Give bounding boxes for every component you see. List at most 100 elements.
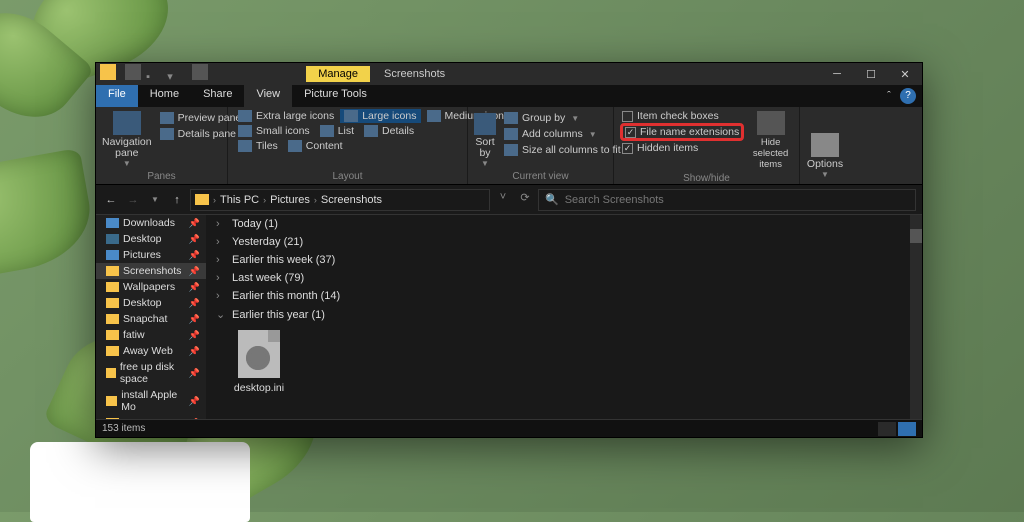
ribbon: Navigation pane ▼ Preview pane Details p… xyxy=(96,107,922,185)
details-view-button[interactable] xyxy=(878,422,896,436)
layout-icon xyxy=(288,140,302,152)
sidebar-item[interactable]: Desktop📌 xyxy=(96,295,206,311)
chevron-right-icon: › xyxy=(213,195,216,205)
checkbox-icon xyxy=(622,111,633,122)
close-button[interactable]: ✕ xyxy=(888,63,922,85)
file-name-extensions-toggle[interactable]: ✓File name extensions xyxy=(620,123,744,141)
layout-icon xyxy=(320,125,334,137)
sidebar-item-label: fatiw xyxy=(123,329,145,341)
layout-icon xyxy=(364,125,378,137)
back-button[interactable]: ← xyxy=(102,191,120,209)
view-tab[interactable]: View xyxy=(244,85,292,107)
recent-dropdown[interactable]: ▼ xyxy=(146,191,164,209)
size-columns-button[interactable]: Size all columns to fit xyxy=(500,143,625,157)
pin-icon: 📌 xyxy=(189,396,200,407)
gear-icon xyxy=(246,346,270,370)
sidebar-item[interactable]: fatiw 📌 xyxy=(96,327,206,343)
group-header[interactable]: ›Earlier this month (14) xyxy=(206,287,922,305)
collapse-ribbon-icon[interactable]: ˆ xyxy=(878,90,900,102)
sidebar-item[interactable]: Wallpapers📌 xyxy=(96,279,206,295)
group-label: Earlier this month (14) xyxy=(232,290,340,302)
pin-icon: 📌 xyxy=(189,218,200,229)
file-label: desktop.ini xyxy=(234,382,284,394)
folder-icon xyxy=(106,346,119,356)
search-icon: 🔍 xyxy=(545,193,559,206)
large-icons[interactable]: Large icons xyxy=(340,109,420,123)
sidebar-item[interactable]: free up disk space📌 xyxy=(96,359,206,387)
qat-item[interactable]: ▾ xyxy=(167,70,183,86)
breadcrumb[interactable]: Screenshots xyxy=(321,194,382,206)
search-box[interactable]: 🔍 Search Screenshots xyxy=(538,189,916,211)
options-button[interactable]: Options ▼ xyxy=(806,109,844,181)
download-icon xyxy=(106,218,119,228)
address-bar[interactable]: › This PC › Pictures › Screenshots xyxy=(190,189,490,211)
address-dropdown[interactable]: ˅ xyxy=(494,191,512,209)
item-count: 153 items xyxy=(102,423,145,434)
maximize-button[interactable]: ☐ xyxy=(854,63,888,85)
up-button[interactable]: ↑ xyxy=(168,191,186,209)
picture-tools-tab[interactable]: Picture Tools xyxy=(292,85,379,107)
manage-tab[interactable]: Manage xyxy=(306,66,370,82)
list-view[interactable]: List xyxy=(316,124,358,138)
tiles-view[interactable]: Tiles xyxy=(234,139,282,153)
folder-icon[interactable] xyxy=(100,64,116,80)
scrollbar-thumb[interactable] xyxy=(910,229,922,243)
file-menu[interactable]: File xyxy=(96,85,138,107)
pin-icon: 📌 xyxy=(189,250,200,261)
sidebar-item[interactable]: Snapchat📌 xyxy=(96,311,206,327)
sidebar-item[interactable]: Screenshots📌 xyxy=(96,263,206,279)
layout-icon xyxy=(238,110,252,122)
content-view[interactable]: Content xyxy=(284,139,347,153)
item-checkboxes-toggle[interactable]: Item check boxes xyxy=(620,109,744,123)
minimize-button[interactable]: ─ xyxy=(820,63,854,85)
breadcrumb[interactable]: This PC xyxy=(220,194,259,206)
group-header[interactable]: ›Last week (79) xyxy=(206,269,922,287)
chevron-right-icon: › xyxy=(216,272,226,284)
details-view[interactable]: Details xyxy=(360,124,418,138)
hidden-items-toggle[interactable]: ✓Hidden items xyxy=(620,141,744,155)
chevron-right-icon: › xyxy=(263,195,266,205)
refresh-button[interactable]: ⟳ xyxy=(516,191,534,209)
group-label: Earlier this week (37) xyxy=(232,254,335,266)
pin-icon: 📌 xyxy=(189,346,200,357)
titlebar[interactable]: ▪ ▾ Manage Screenshots ─ ☐ ✕ xyxy=(96,63,922,85)
pin-icon: 📌 xyxy=(189,330,200,341)
home-tab[interactable]: Home xyxy=(138,85,191,107)
group-header[interactable]: ›Yesterday (21) xyxy=(206,233,922,251)
hide-icon xyxy=(757,111,785,135)
chevron-right-icon: › xyxy=(216,218,226,230)
forward-button[interactable]: → xyxy=(124,191,142,209)
share-tab[interactable]: Share xyxy=(191,85,244,107)
icons-view-button[interactable] xyxy=(898,422,916,436)
explorer-window: ▪ ▾ Manage Screenshots ─ ☐ ✕ File Home S… xyxy=(95,62,923,438)
breadcrumb[interactable]: Pictures xyxy=(270,194,310,206)
navigation-pane-button[interactable]: Navigation pane ▼ xyxy=(102,109,152,170)
file-list[interactable]: ›Today (1)›Yesterday (21)›Earlier this w… xyxy=(206,215,922,419)
group-header[interactable]: ⌄Earlier this year (1) xyxy=(206,305,922,324)
sidebar[interactable]: Downloads📌Desktop📌Pictures📌Screenshots📌W… xyxy=(96,215,206,419)
group-label: Yesterday (21) xyxy=(232,236,303,248)
sort-by-button[interactable]: Sort by ▼ xyxy=(474,109,496,170)
extra-large-icons[interactable]: Extra large icons xyxy=(234,109,338,123)
add-columns-button[interactable]: Add columns▼ xyxy=(500,127,625,141)
sidebar-item[interactable]: Away Web📌 xyxy=(96,343,206,359)
sidebar-item[interactable]: Downloads📌 xyxy=(96,215,206,231)
menubar: File Home Share View Picture Tools ˆ ? xyxy=(96,85,922,107)
group-header[interactable]: ›Earlier this week (37) xyxy=(206,251,922,269)
group-by-button[interactable]: Group by▼ xyxy=(500,111,625,125)
file-item[interactable]: desktop.ini xyxy=(224,330,294,394)
sidebar-item[interactable]: Pictures📌 xyxy=(96,247,206,263)
pin-icon: 📌 xyxy=(189,234,200,245)
hide-selected-button[interactable]: Hide selected items xyxy=(748,109,793,172)
help-icon[interactable]: ? xyxy=(900,88,916,104)
sidebar-item[interactable]: Desktop📌 xyxy=(96,231,206,247)
folder-icon xyxy=(106,368,116,378)
sidebar-item-label: Screenshots xyxy=(123,265,181,277)
sort-icon xyxy=(474,113,496,135)
sidebar-item[interactable]: install Apple Mo📌 xyxy=(96,387,206,415)
columns-icon xyxy=(504,128,518,140)
scrollbar[interactable] xyxy=(910,215,922,419)
group-header[interactable]: ›Today (1) xyxy=(206,215,922,233)
pin-icon: 📌 xyxy=(189,368,200,379)
small-icons[interactable]: Small icons xyxy=(234,124,314,138)
